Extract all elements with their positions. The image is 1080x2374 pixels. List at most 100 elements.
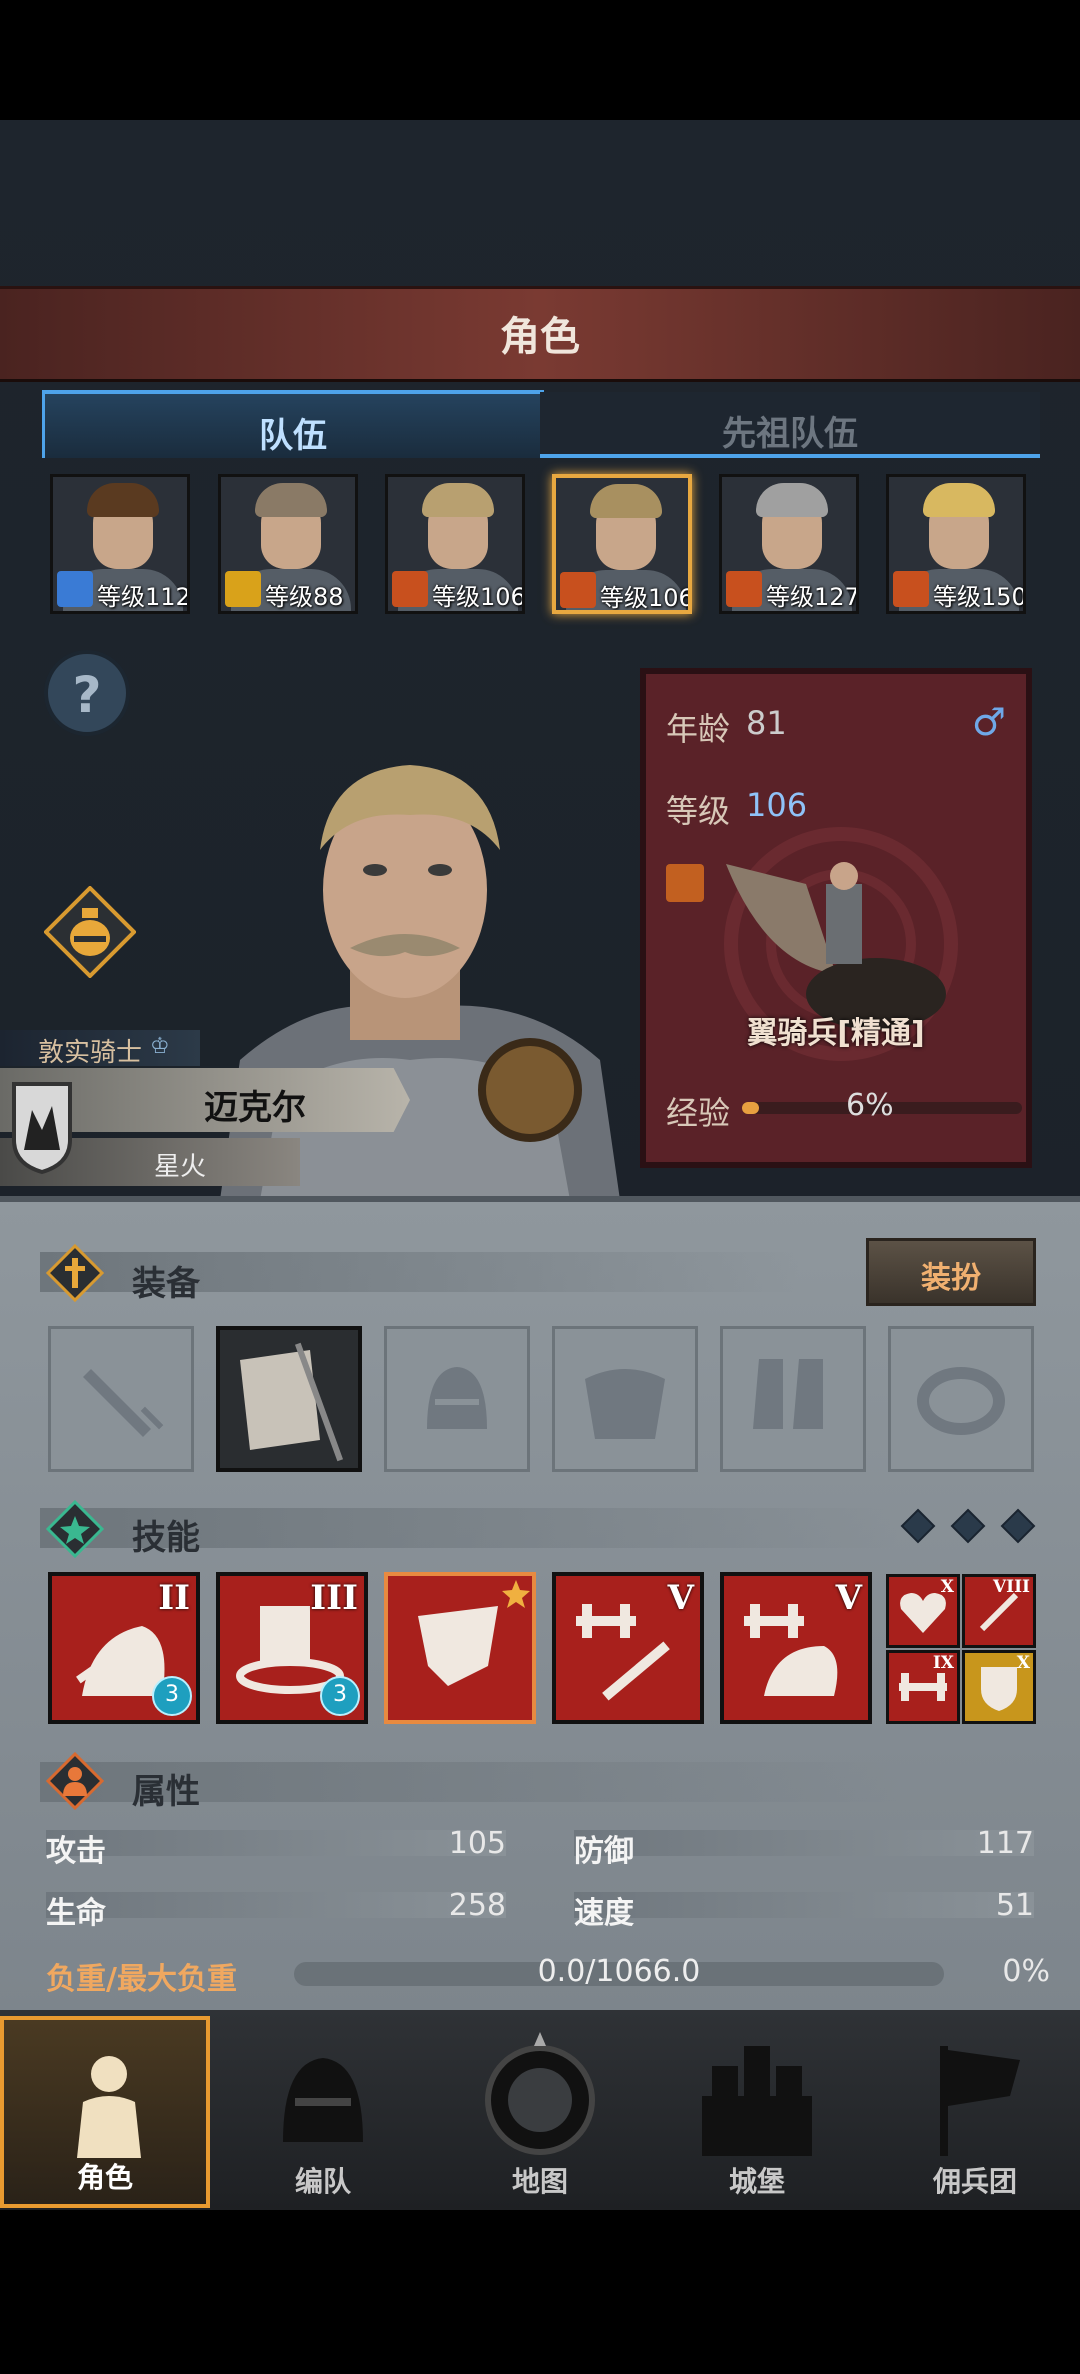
tab-team-label: 队伍 [259, 416, 327, 456]
speed-value: 51 [995, 1888, 1034, 1923]
ring-icon [917, 1367, 1005, 1435]
sword-icon [83, 1369, 164, 1437]
class-icon [392, 571, 428, 607]
member-level: 等级127 [766, 583, 859, 611]
passive-skill-shield[interactable]: X [962, 1650, 1036, 1724]
banner-icon [240, 1342, 344, 1462]
horse-banner-skill-icon [418, 1580, 530, 1686]
ring-slot[interactable] [888, 1326, 1034, 1472]
unit-type-name: 翼骑兵[精通] [747, 1016, 925, 1051]
nav-character[interactable]: 角色 [0, 2016, 210, 2208]
nav-label: 佣兵团 [932, 2165, 1017, 2198]
load-label: 负重/最大负重 [46, 1962, 237, 1997]
portrait-hair [255, 483, 327, 517]
roster-member-5[interactable]: 等级127 [719, 474, 859, 614]
age-value: 81 [746, 704, 787, 742]
crown-icon: ♔ [150, 1034, 170, 1059]
member-level: 等级112 [97, 583, 190, 611]
skills-title: 技能 [132, 1518, 200, 1558]
helmet-icon [283, 2058, 363, 2142]
attack-label: 攻击 [46, 1834, 106, 1869]
skill-rank: X [1016, 1653, 1030, 1673]
knight-icon [77, 2056, 141, 2158]
boots-icon [753, 1359, 823, 1429]
skill-rank: V [667, 1578, 694, 1618]
skill-rank: VIII [992, 1577, 1030, 1597]
skill-rank: III [310, 1578, 358, 1618]
roster-member-6[interactable]: 等级150 [886, 474, 1026, 614]
banner-slot[interactable] [216, 1326, 362, 1472]
nav-mercenary[interactable]: 佣兵团 [870, 2016, 1080, 2208]
potion-icon[interactable] [44, 886, 136, 978]
skill-slot-4[interactable]: V [552, 1572, 704, 1724]
helmet-slot[interactable] [384, 1326, 530, 1472]
question-mark-icon: ? [72, 666, 102, 724]
helmet-icon [427, 1367, 487, 1429]
portrait-hair [422, 483, 494, 517]
page-title: 角色 [500, 314, 580, 360]
member-level: 等级106 [432, 583, 525, 611]
unit-info-card: 年龄 81 ♂ 等级 106 翼骑兵[精通] 经验 6% [640, 668, 1032, 1168]
castle-icon [702, 2046, 812, 2156]
health-label: 生命 [46, 1896, 106, 1931]
tab-ancestor-team[interactable]: 先祖队伍 [540, 392, 1040, 458]
portrait-hair [590, 484, 662, 518]
tab-team[interactable]: 队伍 [42, 390, 544, 458]
nav-label: 地图 [511, 2165, 568, 2198]
armor-slot[interactable] [552, 1326, 698, 1472]
weapon-slot[interactable] [48, 1326, 194, 1472]
roster-member-2[interactable]: 等级88 [218, 474, 358, 614]
nav-label: 城堡 [728, 2165, 785, 2198]
male-gender-icon: ♂ [971, 700, 1006, 744]
attack-value: 105 [448, 1826, 506, 1861]
skill-slot-5[interactable]: V [720, 1572, 872, 1724]
skill-points-indicator [900, 1508, 1036, 1544]
hero-subname: 星火 [153, 1152, 206, 1182]
portrait-hair [923, 483, 995, 517]
passive-skill-heart[interactable]: X [886, 1574, 960, 1648]
roster-member-3[interactable]: 等级106 [385, 474, 525, 614]
roster-member-1[interactable]: 等级112 [50, 474, 190, 614]
help-button[interactable]: ? [44, 650, 130, 736]
exp-value: 6% [846, 1088, 894, 1123]
hero-title: 敦实骑士 [38, 1038, 143, 1068]
boots-slot[interactable] [720, 1326, 866, 1472]
passive-skill-sword[interactable]: VIII [962, 1574, 1036, 1648]
defense-label: 防御 [574, 1834, 634, 1869]
skill-rank: II [158, 1578, 190, 1618]
skill-slot-2[interactable]: III 3 [216, 1572, 368, 1724]
class-icon [225, 571, 261, 607]
passive-skill-strength[interactable]: IX [886, 1650, 960, 1724]
class-icon [893, 571, 929, 607]
member-level: 等级150 [933, 583, 1026, 611]
heraldry-shield-icon [12, 1082, 72, 1175]
compass-map-icon [485, 2032, 595, 2155]
skill-count-badge: 3 [152, 1676, 192, 1716]
level-label: 等级 [666, 792, 731, 830]
skill-slot-3[interactable] [384, 1572, 536, 1724]
member-level: 等级106 [600, 584, 692, 612]
member-level: 等级88 [265, 583, 344, 611]
class-icon [560, 572, 596, 608]
cavalry-class-icon [666, 864, 704, 902]
nav-map[interactable]: 地图 [435, 2016, 645, 2208]
outfit-button-label: 装扮 [921, 1261, 981, 1296]
roster-member-4[interactable]: 等级106 [552, 474, 692, 614]
status-bar-area [0, 0, 1080, 120]
nav-castle[interactable]: 城堡 [652, 2016, 862, 2208]
equipment-title: 装备 [132, 1264, 200, 1304]
health-value: 258 [448, 1888, 506, 1923]
exp-label: 经验 [666, 1094, 731, 1132]
class-icon [726, 571, 762, 607]
outfit-button[interactable]: 装扮 [866, 1238, 1036, 1306]
nav-formation[interactable]: 编队 [218, 2016, 428, 2208]
skill-rank: X [940, 1577, 954, 1597]
tab-ancestor-team-label: 先祖队伍 [722, 414, 858, 454]
speed-label: 速度 [574, 1896, 634, 1931]
attributes-section-icon [46, 1752, 104, 1810]
level-value: 106 [746, 786, 808, 824]
skill-rank: IX [932, 1653, 954, 1673]
hero-name[interactable]: 迈克尔 [130, 1080, 380, 1129]
nav-label: 编队 [294, 2165, 351, 2198]
skill-slot-1[interactable]: II 3 [48, 1572, 200, 1724]
